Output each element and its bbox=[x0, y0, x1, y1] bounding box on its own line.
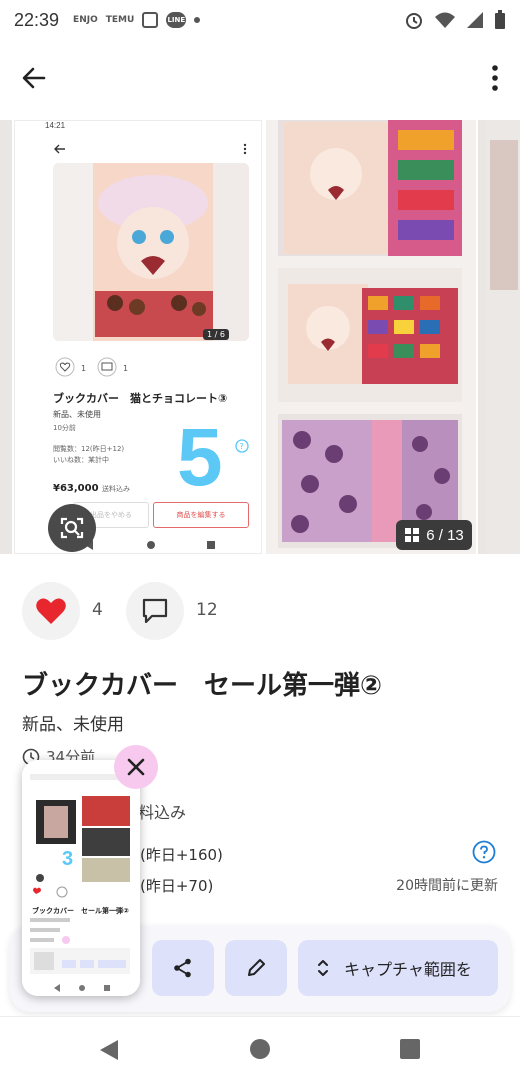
pencil-icon bbox=[248, 959, 265, 976]
inner-like-count: 1 bbox=[81, 364, 87, 373]
price-tax-label: 料込み bbox=[138, 803, 187, 822]
heart-icon bbox=[36, 598, 66, 624]
preview-item-title: ブックカバー セール第一弾② bbox=[32, 907, 129, 915]
overlay-number-five: 5 bbox=[177, 412, 223, 503]
inner-image-counter: 1 / 6 bbox=[203, 329, 229, 340]
image-counter-text: 6 / 13 bbox=[426, 526, 464, 544]
inner-help-icon: ? bbox=[235, 439, 249, 453]
comment-button[interactable] bbox=[126, 582, 184, 640]
inner-likes: いいね数：某計中 bbox=[53, 456, 109, 464]
lens-search-button[interactable] bbox=[48, 504, 96, 552]
screen: 22:39 ENJO TEMU LINE 14:21 1 / 6 1 1 ブック… bbox=[0, 0, 520, 1080]
likes-count: (昨日+70) bbox=[140, 877, 214, 895]
like-button[interactable] bbox=[22, 582, 80, 640]
previous-image-edge[interactable] bbox=[0, 120, 12, 554]
status-bar: 22:39 ENJO TEMU LINE bbox=[0, 0, 520, 40]
preview-overlay-number: 3 bbox=[62, 848, 74, 870]
inner-item-title: ブックカバー 猫とチョコレート③ bbox=[53, 392, 228, 405]
item-condition: 新品、未使用 bbox=[22, 715, 124, 735]
nav-home-icon[interactable] bbox=[250, 1039, 270, 1059]
status-time: 22:39 bbox=[14, 9, 60, 30]
grid-view-icon bbox=[405, 528, 420, 542]
comment-count: 12 bbox=[196, 600, 218, 620]
like-count: 4 bbox=[92, 600, 103, 620]
app-bar bbox=[0, 50, 520, 106]
share-icon bbox=[174, 958, 191, 978]
inner-price: ¥63,000 送料込み bbox=[53, 483, 130, 494]
status-app-icons: ENJO TEMU LINE bbox=[73, 12, 201, 28]
image-counter-badge: 6 / 13 bbox=[396, 520, 472, 550]
lens-icon bbox=[60, 517, 84, 539]
signal-icon bbox=[467, 12, 483, 28]
next-image-edge[interactable] bbox=[478, 120, 520, 554]
line-app-icon: LINE bbox=[166, 12, 187, 28]
reactions-row: 4 12 bbox=[20, 580, 500, 642]
inner-comment-count: 1 bbox=[123, 364, 129, 373]
inner-price-tax: 送料込み bbox=[102, 485, 131, 493]
edit-button[interactable] bbox=[225, 940, 287, 996]
back-arrow-icon[interactable] bbox=[18, 62, 50, 94]
item-title: ブックカバー セール第一弾② bbox=[22, 671, 383, 701]
gallery-image-screenshot[interactable]: 14:21 1 / 6 1 1 ブックカバー 猫とチョコレート③ 新品、未使用 … bbox=[14, 120, 262, 554]
image-gallery[interactable]: 14:21 1 / 6 1 1 ブックカバー 猫とチョコレート③ 新品、未使用 … bbox=[0, 120, 520, 554]
inner-price-value: ¥63,000 bbox=[53, 483, 99, 494]
next-image-preview bbox=[486, 120, 520, 554]
inner-views: 閲覧数：12(昨日+12) bbox=[53, 445, 125, 453]
svg-text:?: ? bbox=[240, 442, 244, 451]
stats-updated-time: 20時間前に更新 bbox=[396, 878, 498, 894]
notification-dot-icon bbox=[194, 17, 201, 23]
nav-recents-icon[interactable] bbox=[400, 1039, 420, 1059]
grid-photo-2 bbox=[278, 268, 462, 402]
wifi-icon bbox=[435, 12, 455, 28]
battery-icon bbox=[495, 10, 505, 29]
share-button[interactable] bbox=[152, 940, 214, 996]
help-icon[interactable] bbox=[472, 840, 496, 864]
enjo-app-icon: ENJO bbox=[73, 14, 98, 25]
temu-app-icon: TEMU bbox=[105, 14, 135, 25]
inner-app-bar bbox=[54, 143, 247, 155]
status-indicators bbox=[404, 10, 506, 30]
inner-edit-button: 商品を編集する bbox=[153, 502, 249, 528]
close-icon bbox=[127, 758, 145, 776]
views-count: (昨日+160) bbox=[140, 846, 223, 864]
alarm-icon bbox=[406, 13, 422, 29]
inner-status-time: 14:21 bbox=[45, 121, 66, 130]
inner-stats: 閲覧数：12(昨日+12) いいね数：某計中 bbox=[53, 444, 124, 466]
more-options-icon[interactable] bbox=[490, 64, 500, 92]
capture-more-label: キャプチャ範囲を bbox=[344, 960, 472, 979]
capture-more-button[interactable]: キャプチャ範囲を bbox=[298, 940, 498, 996]
close-preview-button[interactable] bbox=[114, 745, 158, 789]
nav-back-icon[interactable] bbox=[98, 1039, 120, 1061]
gallery-image-grid[interactable] bbox=[266, 120, 476, 554]
system-nav-bar bbox=[0, 1016, 520, 1080]
inner-item-posted: 10分前 bbox=[53, 424, 76, 432]
b-app-icon bbox=[142, 12, 159, 28]
inner-back-icon bbox=[54, 144, 65, 154]
inner-item-condition: 新品、未使用 bbox=[53, 410, 101, 419]
inner-nav-bar bbox=[85, 540, 215, 550]
inner-kitten-photo bbox=[53, 163, 249, 341]
comment-icon bbox=[142, 598, 168, 624]
inner-reactions bbox=[55, 357, 117, 377]
screenshot-preview-thumbnail[interactable]: 3 ブックカバー セール第一弾② bbox=[22, 760, 140, 996]
preview-content bbox=[22, 760, 140, 996]
grid-photo-1 bbox=[278, 120, 462, 256]
expand-icon bbox=[318, 960, 328, 976]
